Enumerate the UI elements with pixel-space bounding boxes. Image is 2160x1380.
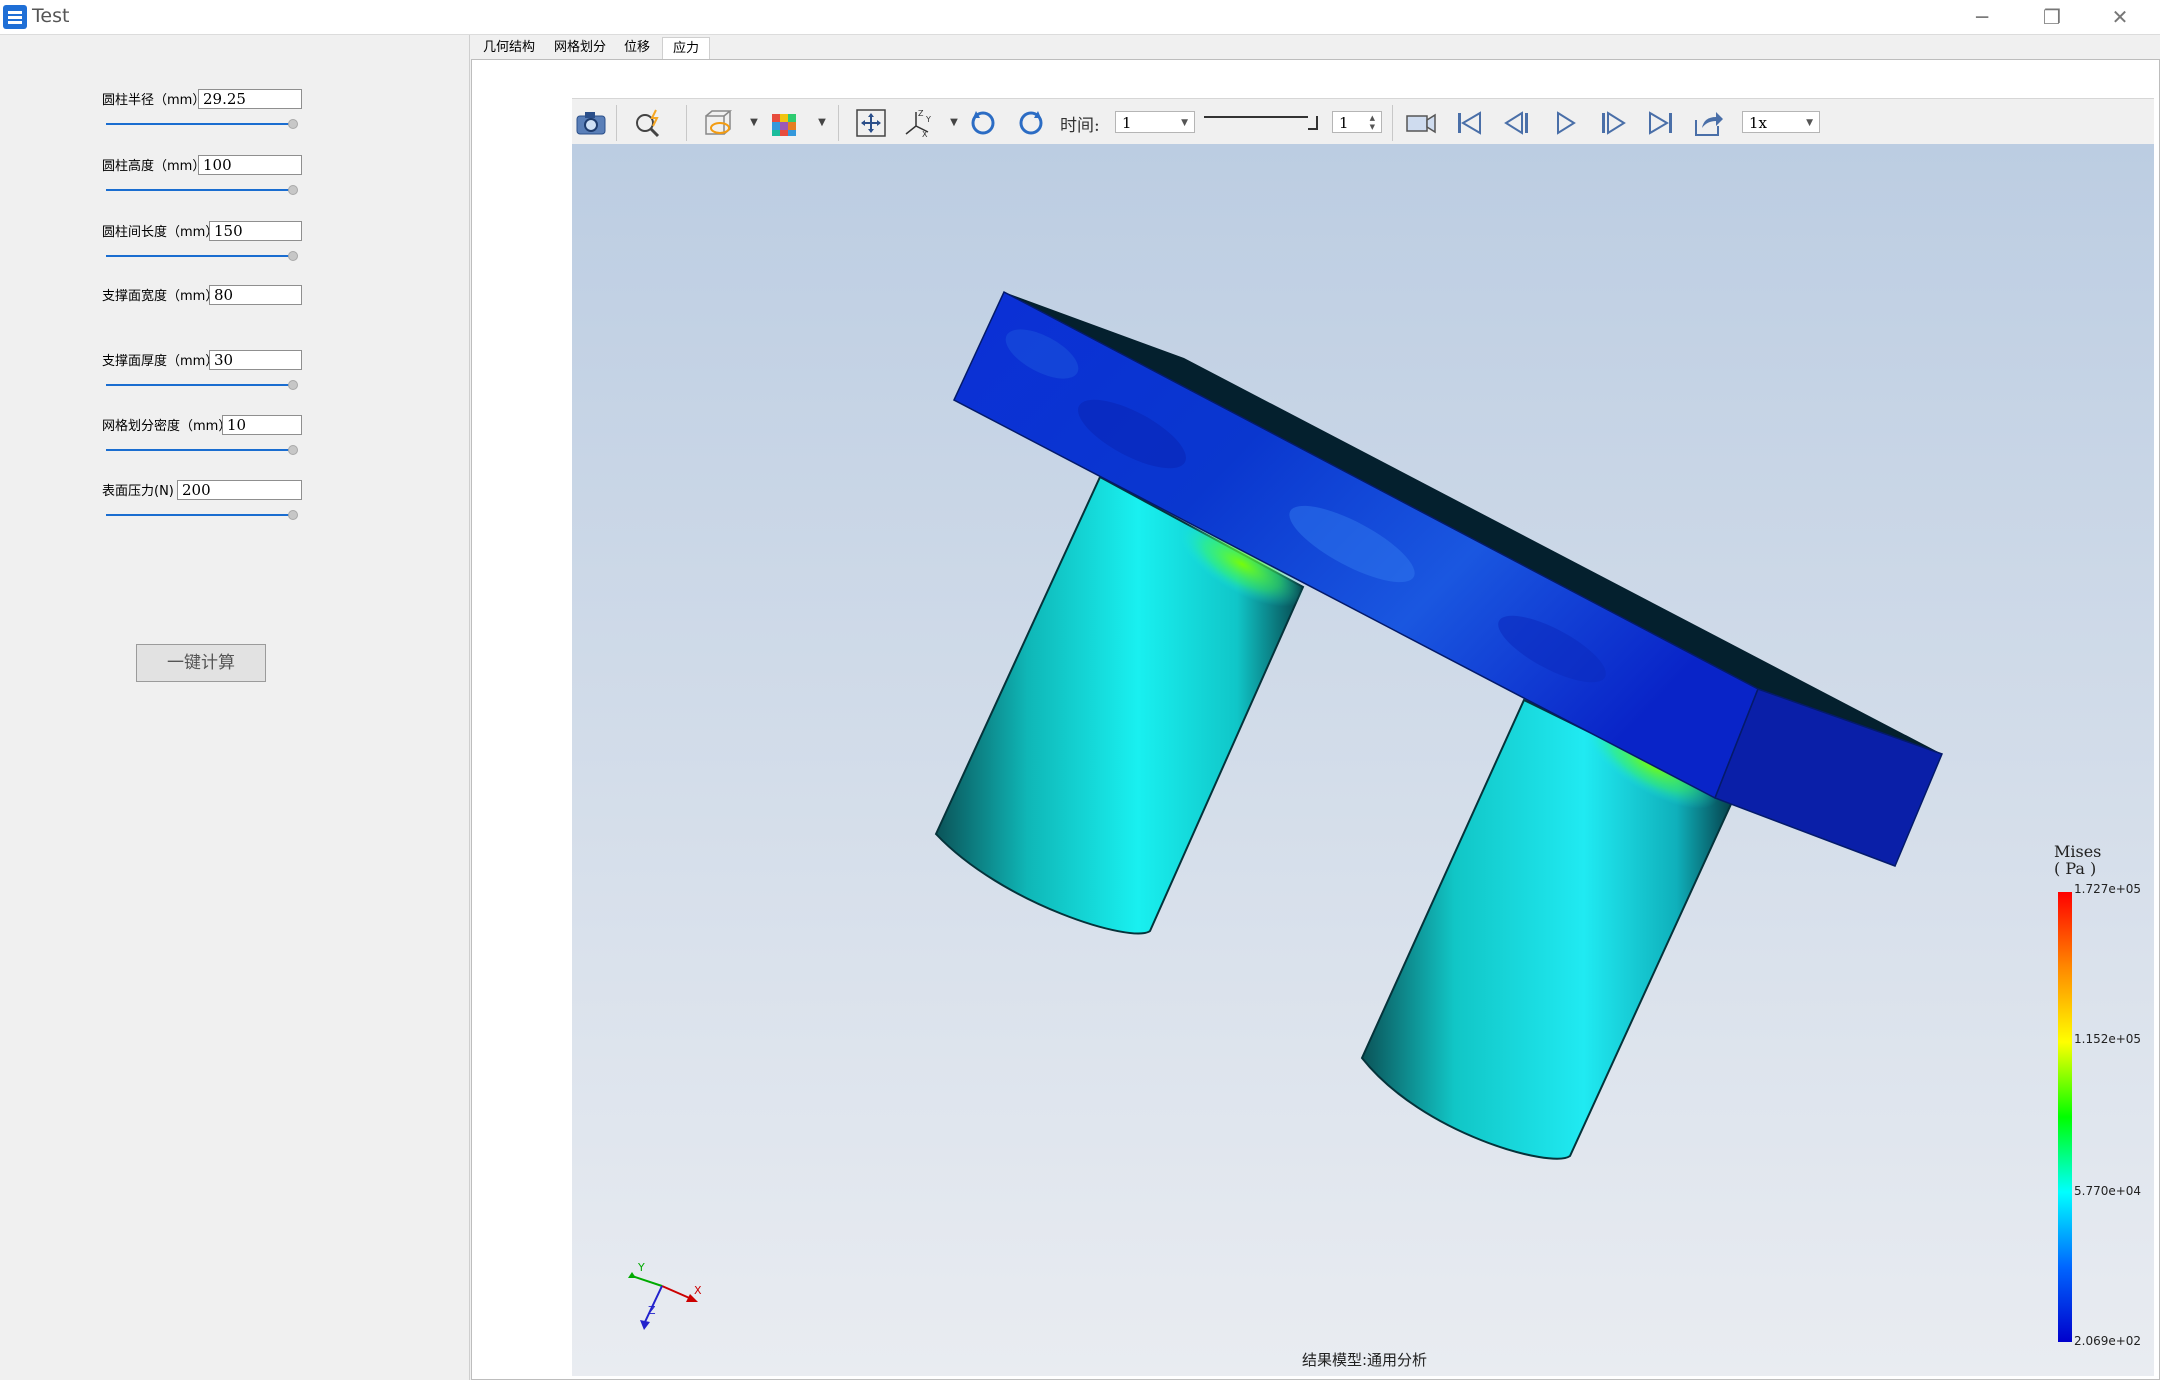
legend-value: 5.770e+04 bbox=[2074, 1184, 2142, 1198]
axis-view-dropdown-icon[interactable]: ▼ bbox=[948, 108, 960, 138]
legend-value: 1.152e+05 bbox=[2074, 1032, 2142, 1046]
time-select-value: 1 bbox=[1122, 114, 1132, 132]
cylinder-spacing-slider[interactable] bbox=[106, 251, 298, 261]
legend-color-bar bbox=[2058, 892, 2072, 1342]
cylinder-radius-slider[interactable] bbox=[106, 119, 298, 129]
rotate-left-icon[interactable] bbox=[966, 108, 1000, 138]
app-icon bbox=[3, 5, 27, 29]
minimize-button[interactable]: ─ bbox=[1952, 2, 2012, 32]
surface-pressure-input[interactable]: 200 bbox=[177, 480, 302, 500]
last-frame-icon[interactable] bbox=[1644, 108, 1678, 138]
frame-spinbox-value: 1 bbox=[1339, 114, 1349, 132]
svg-text:X: X bbox=[922, 130, 928, 138]
support-thickness-input[interactable]: 30 bbox=[209, 350, 302, 370]
viewer-toolbar: ▼ ▼ ZYX ▼ 时间: 1 ▼ 1 ▲ ▼ 1x ▼ bbox=[572, 98, 2154, 145]
color-cube-icon[interactable] bbox=[768, 108, 802, 138]
previous-frame-icon[interactable] bbox=[1500, 108, 1534, 138]
support-width-input[interactable]: 80 bbox=[209, 285, 302, 305]
zoom-icon[interactable] bbox=[632, 108, 666, 138]
window-title: Test bbox=[32, 5, 70, 27]
play-icon[interactable] bbox=[1548, 108, 1582, 138]
time-select[interactable]: 1 ▼ bbox=[1115, 111, 1195, 133]
parameter-panel: 圆柱半径（mm） 29.25 圆柱高度（mm） 100 圆柱间长度（mm） 15… bbox=[0, 35, 470, 1380]
chevron-down-icon: ▼ bbox=[1181, 118, 1188, 128]
result-viewport[interactable]: Y X Z Mises ( Pa ) 1.727e+05 1.152e+05 5… bbox=[572, 144, 2154, 1376]
param-label: 圆柱间长度（mm） bbox=[102, 225, 219, 240]
support-thickness-slider[interactable] bbox=[106, 380, 298, 390]
slider-thumb[interactable] bbox=[288, 185, 298, 195]
stress-model[interactable] bbox=[572, 144, 2154, 1376]
section-view-dropdown-icon[interactable]: ▼ bbox=[748, 108, 760, 138]
record-video-icon[interactable] bbox=[1404, 108, 1438, 138]
param-label: 表面压力(N) bbox=[102, 484, 174, 499]
chevron-down-icon: ▼ bbox=[1806, 118, 1813, 128]
legend-value-max: 1.727e+05 bbox=[2074, 882, 2142, 896]
axis-label-z: Z bbox=[648, 1304, 656, 1317]
cylinder-height-input[interactable]: 100 bbox=[198, 155, 302, 175]
section-view-icon[interactable] bbox=[700, 108, 734, 138]
frame-slider-handle[interactable] bbox=[1308, 116, 1318, 130]
slider-thumb[interactable] bbox=[288, 119, 298, 129]
svg-text:Y: Y bbox=[925, 115, 931, 124]
cylinder-spacing-input[interactable]: 150 bbox=[209, 221, 302, 241]
surface-pressure-slider[interactable] bbox=[106, 510, 298, 520]
param-label: 网格划分密度（mm） bbox=[102, 419, 232, 434]
title-bar: Test ─ ❐ ✕ bbox=[0, 0, 2160, 35]
compute-button[interactable]: 一键计算 bbox=[136, 644, 266, 682]
speed-select[interactable]: 1x ▼ bbox=[1742, 111, 1820, 133]
result-model-label: 结果模型:通用分析 bbox=[1302, 1351, 1428, 1369]
rotate-right-icon[interactable] bbox=[1014, 108, 1048, 138]
slider-thumb[interactable] bbox=[288, 510, 298, 520]
tab-displacement[interactable]: 位移 bbox=[614, 37, 660, 59]
speed-select-value: 1x bbox=[1749, 114, 1768, 132]
close-button[interactable]: ✕ bbox=[2090, 2, 2150, 32]
axis-label-x: X bbox=[694, 1284, 702, 1297]
spin-arrows-icon[interactable]: ▲ ▼ bbox=[1370, 114, 1375, 132]
cylinder-radius-input[interactable]: 29.25 bbox=[198, 89, 302, 109]
slider-thumb[interactable] bbox=[288, 380, 298, 390]
param-label: 圆柱半径（mm） bbox=[102, 93, 206, 108]
svg-text:Z: Z bbox=[918, 109, 924, 118]
axis-label-y: Y bbox=[638, 1261, 645, 1274]
time-label: 时间: bbox=[1060, 116, 1100, 136]
camera-icon[interactable] bbox=[574, 108, 608, 138]
cylinder-height-slider[interactable] bbox=[106, 185, 298, 195]
mesh-density-input[interactable]: 10 bbox=[222, 415, 302, 435]
param-label: 支撑面厚度（mm） bbox=[102, 354, 219, 369]
frame-spinbox[interactable]: 1 ▲ ▼ bbox=[1332, 111, 1382, 133]
tab-mesh[interactable]: 网格划分 bbox=[544, 37, 616, 59]
restore-button[interactable]: ❐ bbox=[2022, 2, 2082, 32]
frame-slider[interactable] bbox=[1204, 116, 1322, 130]
axis-triad bbox=[628, 1272, 698, 1330]
legend-value-min: 2.069e+02 bbox=[2074, 1334, 2142, 1348]
param-label: 圆柱高度（mm） bbox=[102, 159, 206, 174]
first-frame-icon[interactable] bbox=[1452, 108, 1486, 138]
slider-thumb[interactable] bbox=[288, 445, 298, 455]
legend-unit: ( Pa ) bbox=[2054, 859, 2097, 878]
tab-bar: 几何结构 网格划分 位移 应力 bbox=[471, 35, 2160, 60]
param-label: 支撑面宽度（mm） bbox=[102, 289, 219, 304]
axis-view-icon[interactable]: ZYX bbox=[902, 108, 936, 139]
slider-thumb[interactable] bbox=[288, 251, 298, 261]
tab-geometry[interactable]: 几何结构 bbox=[473, 37, 545, 59]
fit-view-icon[interactable] bbox=[854, 108, 888, 138]
next-frame-icon[interactable] bbox=[1596, 108, 1630, 138]
legend-title: Mises bbox=[2054, 842, 2102, 861]
color-cube-dropdown-icon[interactable]: ▼ bbox=[816, 108, 828, 138]
export-icon[interactable] bbox=[1692, 108, 1726, 138]
mesh-density-slider[interactable] bbox=[106, 445, 298, 455]
tab-stress[interactable]: 应力 bbox=[662, 37, 711, 60]
